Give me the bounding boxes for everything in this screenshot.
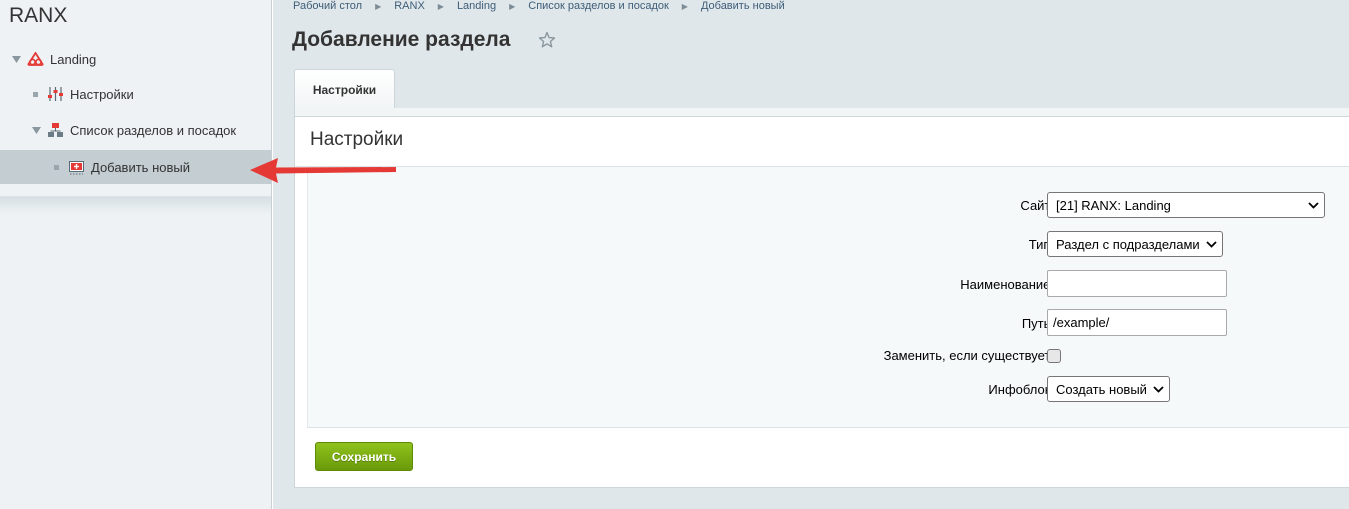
form-row-replace: Заменить, если существует: [308, 342, 1349, 370]
chevron-down-icon [1153, 385, 1164, 393]
breadcrumb-separator-icon: ▶ [437, 1, 444, 11]
sidebar: RANX Landing Настройки Список разделов и… [0, 0, 272, 509]
iblock-select[interactable]: Создать новый [1047, 376, 1170, 402]
tree-bullet-icon [33, 91, 38, 97]
breadcrumb-item[interactable]: Добавить новый [701, 0, 785, 12]
breadcrumb: Рабочий стол ▶ RANX ▶ Landing ▶ Список р… [293, 0, 785, 12]
chevron-down-icon [1308, 201, 1319, 209]
tree-bullet-icon [54, 164, 59, 170]
breadcrumb-separator-icon: ▶ [509, 1, 516, 11]
replace-label: Заменить, если существует: [883, 348, 1054, 363]
replace-checkbox[interactable] [1047, 349, 1061, 363]
iblock-select-value: Создать новый [1056, 381, 1147, 397]
chevron-down-icon [1206, 240, 1217, 248]
name-input[interactable] [1047, 270, 1227, 297]
tab-settings[interactable]: Настройки [294, 69, 395, 109]
type-select[interactable]: Раздел с подразделами [1047, 231, 1223, 257]
collapse-toggle-icon[interactable] [31, 125, 41, 135]
sidebar-item-settings[interactable]: Настройки [0, 77, 271, 111]
sidebar-item-sections-list[interactable]: Список разделов и посадок [0, 113, 271, 147]
sidebar-item-label: Добавить новый [91, 159, 190, 175]
form-row-name: Наименование: [308, 270, 1349, 298]
form-row-site: Сайт: [21] RANX: Landing [308, 192, 1349, 220]
save-button[interactable]: Сохранить [315, 442, 413, 471]
form-row-iblock: Инфоблок: Создать новый [308, 376, 1349, 404]
main-content: Рабочий стол ▶ RANX ▶ Landing ▶ Список р… [273, 0, 1349, 509]
sidebar-item-label: Список разделов и посадок [70, 122, 237, 138]
name-label: Наименование: [960, 277, 1054, 292]
type-select-value: Раздел с подразделами [1056, 236, 1200, 252]
tab-strip [294, 108, 1349, 116]
breadcrumb-separator-icon: ▶ [375, 1, 382, 11]
sidebar-item-landing[interactable]: Landing [0, 42, 271, 76]
settings-form: Сайт: [21] RANX: Landing Тип: Раздел с п… [307, 167, 1349, 428]
iblock-label: Инфоблок: [988, 382, 1054, 397]
add-new-icon [68, 159, 85, 176]
annotation-arrow-icon [250, 158, 396, 183]
breadcrumb-separator-icon: ▶ [681, 1, 688, 11]
sidebar-item-label: Настройки [70, 86, 134, 102]
sidebar-item-label: Landing [50, 51, 97, 67]
site-select[interactable]: [21] RANX: Landing [1047, 192, 1325, 218]
breadcrumb-item[interactable]: Рабочий стол [293, 0, 362, 12]
panel-title: Настройки [310, 129, 404, 150]
breadcrumb-item[interactable]: RANX [394, 0, 425, 12]
page-title: Добавление раздела [292, 28, 511, 51]
form-row-path: Путь: /example/ [308, 309, 1349, 337]
site-select-value: [21] RANX: Landing [1056, 197, 1171, 213]
brand-title: RANX [9, 4, 68, 27]
settings-panel: Настройки Сайт: [21] RANX: Landing Тип: … [294, 116, 1349, 488]
sidebar-divider [0, 196, 271, 214]
collapse-toggle-icon[interactable] [11, 54, 21, 64]
landing-logo-icon [27, 51, 44, 68]
sidebar-item-add-new[interactable]: Добавить новый [0, 150, 271, 184]
path-input[interactable]: /example/ [1047, 309, 1227, 336]
sections-list-icon [47, 122, 64, 139]
form-row-type: Тип: Раздел с подразделами [308, 231, 1349, 259]
sliders-icon [47, 86, 64, 103]
favorite-star-icon[interactable] [538, 31, 556, 52]
breadcrumb-item[interactable]: Список разделов и посадок [528, 0, 669, 12]
breadcrumb-item[interactable]: Landing [457, 0, 496, 12]
